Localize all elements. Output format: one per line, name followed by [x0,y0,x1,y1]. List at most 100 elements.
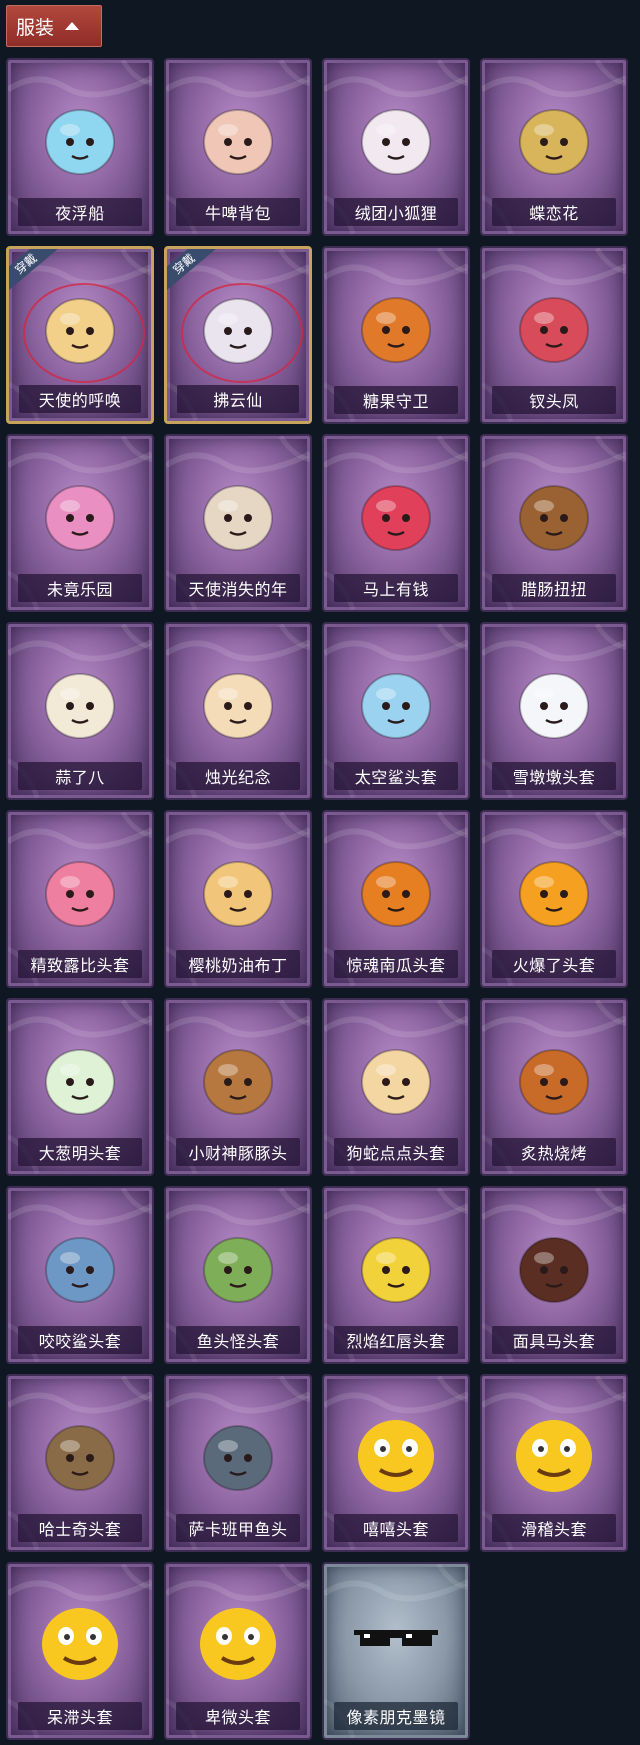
fox-keychain-icon [346,86,446,186]
costume-name: 嘻嘻头套 [362,1520,429,1539]
costume-name: 太空鲨头套 [354,768,438,787]
costume-card[interactable]: 鱼头怪头套 [164,1186,312,1364]
costume-card[interactable]: 呆滞头套 [6,1562,154,1740]
costume-card[interactable]: 穿戴 拂云仙 [164,246,312,424]
costume-card[interactable]: 面具马头套 [480,1186,628,1364]
grinning-emoji-head-icon [346,1402,446,1502]
costume-name: 夜浮船 [55,204,105,223]
costume-name-bar: 烛光纪念 [176,762,300,790]
costume-card[interactable]: 糖果守卫 [322,246,470,424]
caret-up-icon [65,22,80,30]
costume-card[interactable]: 咬咬鲨头套 [6,1186,154,1364]
costume-name: 天使的呼唤 [38,391,122,410]
costume-name-bar: 钗头凤 [492,386,616,414]
costume-name-bar: 卑微头套 [176,1702,300,1730]
phoenix-crown-doll-icon [504,274,604,374]
costume-card[interactable]: 腊肠扭扭 [480,434,628,612]
costume-name: 马上有钱 [362,580,429,599]
costume-name-bar: 惊魂南瓜头套 [334,950,458,978]
costume-name-bar: 烈焰红唇头套 [334,1326,458,1354]
costume-card[interactable]: 萨卡班甲鱼头 [164,1374,312,1552]
costume-card[interactable]: 蒜了八 [6,622,154,800]
snowman-head-icon [504,650,604,750]
costume-name: 像素朋克墨镜 [346,1708,446,1727]
jack-o-lantern-icon [346,838,446,938]
costume-name: 咬咬鲨头套 [38,1332,122,1351]
costume-name-bar: 牛啤背包 [176,198,300,226]
costume-collapse-button[interactable]: 服装 [6,5,102,47]
costume-grid: 夜浮船 牛啤背包 绒团小狐狸 蝶恋花穿戴 天使的呼唤 穿戴 拂云仙糖果守卫 钗头凤未竟乐园 天使… [6,58,636,1740]
costume-name-bar: 萨卡班甲鱼头 [176,1514,300,1542]
horse-mask-icon [504,1214,604,1314]
costume-name-bar: 樱桃奶油布丁 [176,950,300,978]
cow-beer-barrel-icon [188,86,288,186]
red-horse-head-icon [346,462,446,562]
pink-beaver-head-icon [30,838,130,938]
costume-name-bar: 腊肠扭扭 [492,574,616,602]
jellyfish-icon [30,86,130,186]
costume-card[interactable]: 卑微头套 [164,1562,312,1740]
costume-name: 大葱明头套 [38,1144,122,1163]
costume-name: 哈士奇头套 [38,1520,122,1539]
costume-card[interactable]: 绒团小狐狸 [322,58,470,236]
costume-card[interactable]: 烛光纪念 [164,622,312,800]
costume-card[interactable]: 滑稽头套 [480,1374,628,1552]
costume-name-bar: 呆滞头套 [18,1702,142,1730]
costume-name: 烛光纪念 [204,768,271,787]
costume-card[interactable]: 小财神豚豚头 [164,998,312,1176]
costume-name-bar: 火爆了头套 [492,950,616,978]
costume-name: 腊肠扭扭 [520,580,587,599]
costume-card[interactable]: 牛啤背包 [164,58,312,236]
costume-card[interactable]: 马上有钱 [322,434,470,612]
costume-card[interactable]: 大葱明头套 [6,998,154,1176]
costume-card[interactable]: 穿戴 天使的呼唤 [6,246,154,424]
costume-name: 牛啤背包 [204,204,271,223]
costume-name: 炙热烧烤 [520,1144,587,1163]
costume-name: 糖果守卫 [362,392,429,411]
costume-name-bar: 嘻嘻头套 [334,1514,458,1542]
costume-card[interactable]: 惊魂南瓜头套 [322,810,470,988]
humble-emoji-head-icon [188,1590,288,1690]
costume-name-bar: 炙热烧烤 [492,1138,616,1166]
garlic-head-icon [30,650,130,750]
costume-card[interactable]: 嘻嘻头套 [322,1374,470,1552]
costume-name: 樱桃奶油布丁 [188,956,288,975]
fairy-keychain-icon [188,275,288,375]
costume-name-bar: 太空鲨头套 [334,762,458,790]
costume-name: 天使消失的年 [188,580,288,599]
costume-card[interactable]: 炙热烧烤 [480,998,628,1176]
costume-name: 雪墩墩头套 [512,768,596,787]
costume-card[interactable]: 狗蛇点点头套 [322,998,470,1176]
dog-snake-head-icon [346,1026,446,1126]
smirk-emoji-head-icon [504,1402,604,1502]
costume-name-bar: 未竟乐园 [18,574,142,602]
fire-head-icon [504,838,604,938]
angel-doll-icon [30,275,130,375]
costume-card[interactable]: 樱桃奶油布丁 [164,810,312,988]
costume-card[interactable]: 未竟乐园 [6,434,154,612]
costume-card[interactable]: 夜浮船 [6,58,154,236]
costume-card[interactable]: 精致露比头套 [6,810,154,988]
costume-card[interactable]: 像素朋克墨镜 [322,1562,470,1740]
sacabambaspis-head-icon [188,1402,288,1502]
costume-card[interactable]: 钗头凤 [480,246,628,424]
clown-girl-icon [30,462,130,562]
shark-head-icon [30,1214,130,1314]
bbq-head-icon [504,1026,604,1126]
costume-card[interactable]: 火爆了头套 [480,810,628,988]
costume-card[interactable]: 天使消失的年 [164,434,312,612]
costume-name-bar: 哈士奇头套 [18,1514,142,1542]
costume-name: 钗头凤 [529,392,579,411]
yellow-mouse-head-icon [346,1214,446,1314]
costume-card[interactable]: 烈焰红唇头套 [322,1186,470,1364]
costume-name-bar: 面具马头套 [492,1326,616,1354]
costume-name-bar: 雪墩墩头套 [492,762,616,790]
costume-card[interactable]: 哈士奇头套 [6,1374,154,1552]
costume-card[interactable]: 太空鲨头套 [322,622,470,800]
husky-head-icon [30,1402,130,1502]
costume-card[interactable]: 蝶恋花 [480,58,628,236]
costume-name: 狗蛇点点头套 [346,1144,446,1163]
costume-card[interactable]: 雪墩墩头套 [480,622,628,800]
costume-name-bar: 糖果守卫 [334,386,458,414]
costume-name: 火爆了头套 [512,956,596,975]
